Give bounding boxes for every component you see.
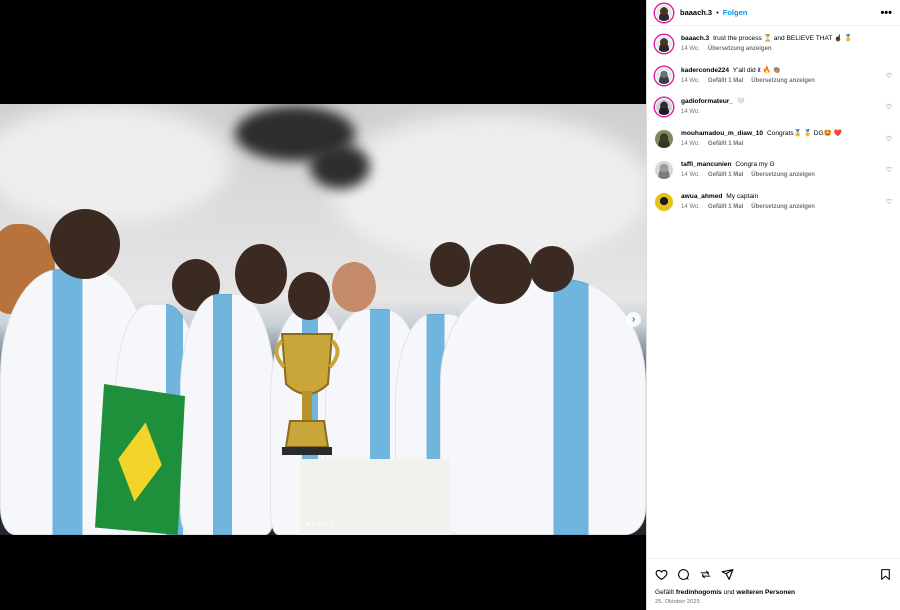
comment-likes[interactable]: Gefällt 1 Mal	[708, 141, 743, 147]
follow-button[interactable]: Folgen	[723, 8, 748, 17]
comment-item: taffi_mancunien Congra my G 14 Wo. Gefäl…	[655, 160, 892, 179]
translate-link[interactable]: Übersetzung anzeigen	[751, 204, 815, 210]
separator: •	[716, 8, 719, 17]
chevron-right-icon: ›	[631, 314, 636, 325]
comment-text: Y'all did it 🔥 👏🏽	[732, 66, 781, 74]
comment-username[interactable]: gadioformateur_	[681, 98, 733, 105]
likes-user-link[interactable]: fredinhogomis	[676, 589, 722, 596]
bookmark-icon[interactable]	[879, 568, 892, 581]
heart-icon[interactable]: ♡	[886, 166, 892, 174]
comment-username[interactable]: taffi_mancunien	[681, 161, 732, 168]
comment-item: gadioformateur_ 🤍 14 Wo. ♡	[655, 97, 892, 116]
comment-avatar[interactable]	[655, 129, 673, 148]
comment-time: 14 Wo.	[681, 203, 700, 210]
translate-link[interactable]: Übersetzung anzeigen	[751, 78, 815, 84]
comment-username[interactable]: baaach.3	[681, 35, 709, 42]
comment-avatar[interactable]	[655, 161, 673, 179]
send-icon[interactable]	[721, 568, 734, 581]
comment-avatar[interactable]	[655, 192, 673, 211]
comment-likes[interactable]: Gefällt 1 Mal	[708, 78, 743, 84]
more-options-icon[interactable]: •••	[880, 7, 892, 19]
comment-likes[interactable]: Gefällt 1 Mal	[708, 204, 743, 210]
heart-icon[interactable]: ♡	[886, 198, 892, 206]
media-area: ›	[0, 0, 646, 610]
comment-text: Congra my G	[735, 161, 775, 168]
post-photo	[0, 104, 646, 535]
post-date: 25. Oktober 2025	[655, 599, 700, 605]
comment-time: 14 Wo.	[681, 140, 700, 147]
heart-icon[interactable]: ♡	[886, 72, 892, 80]
comment-time: 14 Wo.	[681, 172, 700, 178]
translate-link[interactable]: Übersetzung anzeigen	[751, 172, 815, 178]
comment-avatar[interactable]	[655, 35, 673, 53]
author-username[interactable]: baaach.3	[680, 8, 712, 17]
likes-summary: Gefällt fredinhogomis und weiteren Perso…	[655, 589, 892, 596]
trophy-icon	[274, 333, 340, 455]
comment-item: mouhamadou_m_diaw_10 Congrats🏅 🥇 DG🤩 ❤️ …	[655, 129, 892, 148]
comment-avatar[interactable]	[655, 66, 673, 85]
carousel-dots	[306, 523, 333, 526]
comment-username[interactable]: mouhamadou_m_diaw_10	[681, 130, 763, 137]
author-avatar[interactable]	[655, 3, 673, 22]
share-icon[interactable]	[699, 568, 712, 581]
comment-item: baaach.3 trust the process ⏳ and BELIEVE…	[655, 34, 892, 53]
heart-icon[interactable]	[655, 568, 668, 581]
heart-icon[interactable]: ♡	[886, 135, 892, 143]
translate-link[interactable]: Übersetzung anzeigen	[708, 46, 772, 52]
comment-time: 14 Wo.	[681, 77, 700, 84]
post-panel: baaach.3 • Folgen ••• baaach.3 trust the…	[646, 0, 900, 610]
comment-icon[interactable]	[677, 568, 690, 581]
comment-text: 🤍	[736, 98, 746, 105]
post-header: baaach.3 • Folgen •••	[647, 0, 900, 26]
comment-text: My captain	[726, 192, 759, 200]
likes-mid: und	[723, 589, 735, 596]
post-actions: Gefällt fredinhogomis und weiteren Perso…	[647, 558, 900, 610]
likes-prefix: Gefällt	[655, 589, 675, 596]
heart-icon[interactable]: ♡	[886, 103, 892, 111]
comment-text: Congrats🏅 🥇 DG🤩 ❤️	[766, 129, 842, 137]
comment-item: kaderconde224 Y'all did it 🔥 👏🏽 14 Wo. G…	[655, 66, 892, 85]
comment-time: 14 Wo.	[681, 109, 700, 115]
comment-likes[interactable]: Gefällt 1 Mal	[708, 172, 743, 178]
comment-text: trust the process ⏳ and BELIEVE THAT ☝🏿 …	[713, 35, 853, 42]
comment-time: 14 Wo.	[681, 46, 700, 52]
likes-others-link[interactable]: weiteren Personen	[736, 589, 795, 596]
comment-item: awua_ahmed My captain 14 Wo. Gefällt 1 M…	[655, 192, 892, 211]
carousel-next-button[interactable]: ›	[626, 312, 641, 327]
comment-avatar[interactable]	[655, 98, 673, 116]
comment-username[interactable]: awua_ahmed	[681, 193, 722, 200]
comment-username[interactable]: kaderconde224	[681, 67, 729, 74]
comments-list: baaach.3 trust the process ⏳ and BELIEVE…	[647, 26, 900, 211]
